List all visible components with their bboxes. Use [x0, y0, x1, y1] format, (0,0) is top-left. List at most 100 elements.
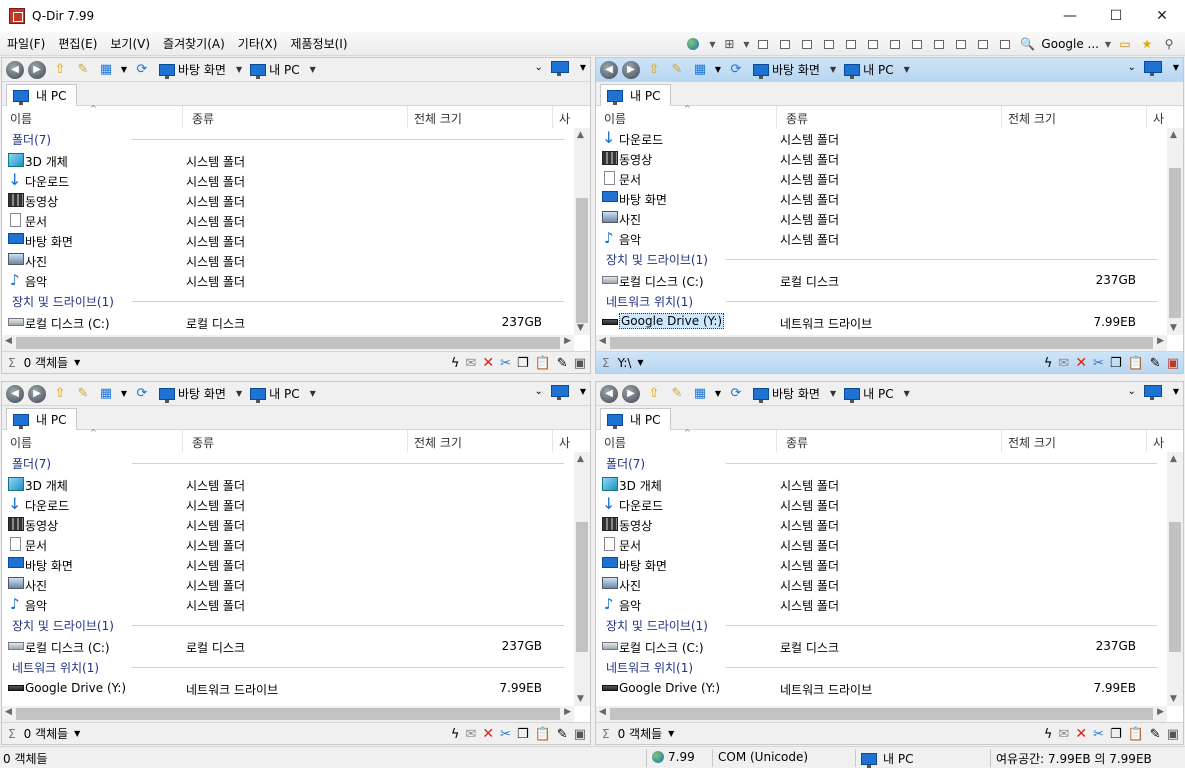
view-mode-icon[interactable]: ▦: [97, 61, 115, 79]
file-list[interactable]: 폴더(7) 3D 개체 시스템 폴더 ↓ 다운로드 시스템 폴더 동영상 시스템 폴더 문서 시스…: [2, 452, 574, 706]
explorer-pane-4[interactable]: ◀ ▶ ⇧ ✎ ▦ ▼ ⟳ 바탕 화면 ▼ 내 PC ▼ ⌄ ▼ 내 PC 이름 ^ 종류 전체 크기 사 폴더(7)…: [595, 381, 1184, 745]
tab-mypc[interactable]: 내 PC: [6, 408, 78, 430]
scroll-thumb[interactable]: [576, 522, 588, 652]
tab-mypc[interactable]: 내 PC: [600, 408, 672, 430]
list-item[interactable]: 문서 시스템 폴더: [2, 534, 574, 554]
chevron-double-down-icon[interactable]: ⌄: [1127, 386, 1135, 397]
cut-icon[interactable]: ✂: [500, 356, 511, 371]
list-item[interactable]: ↓ 다운로드 시스템 폴더: [2, 170, 574, 190]
chevron-down-icon[interactable]: ▼: [120, 385, 128, 403]
breadcrumb-desktop[interactable]: 바탕 화면 ▼: [159, 61, 242, 79]
column-type-header[interactable]: 종류: [192, 110, 214, 127]
computer-icon[interactable]: [1143, 61, 1162, 76]
explorer-pane-1[interactable]: ◀ ▶ ⇧ ✎ ▦ ▼ ⟳ 바탕 화면 ▼ 내 PC ▼ ⌄ ▼ 내 PC 이름 ^ 종류 전체 크기 사 폴더(7)…: [1, 57, 591, 374]
horizontal-scrollbar[interactable]: ◀ ▶: [596, 706, 1167, 722]
chevron-double-down-icon[interactable]: ⌄: [534, 386, 542, 397]
pane-status-text[interactable]: 0 객체들: [24, 354, 69, 371]
refresh-icon[interactable]: ⟳: [133, 385, 151, 403]
list-item[interactable]: 바탕 화면 시스템 폴더: [2, 230, 574, 250]
layout-12-icon[interactable]: [995, 34, 1015, 54]
list-item[interactable]: 문서 시스템 폴더: [596, 534, 1167, 554]
chevron-down-icon[interactable]: ▼: [904, 65, 910, 74]
scroll-left-icon[interactable]: ◀: [599, 707, 606, 717]
vertical-scrollbar[interactable]: ▲ ▼: [574, 452, 590, 706]
computer-icon[interactable]: [550, 385, 569, 400]
list-item[interactable]: 로컬 디스크 (C:) 로컬 디스크 237GB: [2, 636, 574, 656]
breadcrumb-mypc[interactable]: 내 PC ▼: [844, 61, 910, 79]
scroll-down-icon[interactable]: ▼: [1170, 694, 1177, 704]
list-item[interactable]: Google Drive (Y:) 네트워크 드라이브 7.99EB: [596, 678, 1167, 698]
email-icon[interactable]: ✉: [1058, 356, 1069, 371]
view-mode-icon[interactable]: ▦: [691, 385, 709, 403]
group-header[interactable]: 폴더(7): [2, 452, 574, 474]
horizontal-scrollbar[interactable]: ◀ ▶: [2, 706, 574, 722]
scroll-left-icon[interactable]: ◀: [5, 707, 12, 717]
list-item[interactable]: 동영상 시스템 폴더: [2, 514, 574, 534]
zoom-icon[interactable]: ⚲: [1159, 34, 1179, 54]
email-icon[interactable]: ✉: [1058, 727, 1069, 742]
paste-icon[interactable]: 📋: [535, 356, 551, 371]
folder-options-icon[interactable]: ✎: [668, 385, 686, 403]
list-item[interactable]: Google Drive (Y:) 네트워크 드라이브 7.99EB: [2, 678, 574, 698]
column-name-header[interactable]: 이름: [10, 110, 32, 127]
vertical-scrollbar[interactable]: ▲ ▼: [1167, 128, 1183, 335]
pane-status-text[interactable]: 0 객체들: [24, 725, 69, 742]
scroll-down-icon[interactable]: ▼: [577, 323, 584, 333]
vertical-scrollbar[interactable]: ▲ ▼: [574, 128, 590, 335]
properties-icon[interactable]: ▣: [574, 727, 586, 742]
list-item[interactable]: 동영상 시스템 폴더: [596, 514, 1167, 534]
column-type-header[interactable]: 종류: [192, 434, 214, 451]
up-folder-icon[interactable]: ⇧: [645, 385, 663, 403]
tab-mypc[interactable]: 내 PC: [6, 84, 78, 106]
delete-icon[interactable]: ✕: [482, 355, 494, 371]
drive-icon[interactable]: ▭: [1115, 34, 1135, 54]
list-item[interactable]: 사진 시스템 폴더: [2, 574, 574, 594]
list-item[interactable]: 바탕 화면 시스템 폴더: [596, 554, 1167, 574]
list-item[interactable]: ♪ 음악 시스템 폴더: [2, 594, 574, 614]
list-item[interactable]: 로컬 디스크 (C:) 로컬 디스크 237GB: [2, 312, 574, 332]
maximize-button[interactable]: ☐: [1093, 0, 1139, 32]
chevron-down-icon[interactable]: ▼: [1103, 34, 1113, 54]
horizontal-scrollbar[interactable]: ◀ ▶: [596, 335, 1167, 351]
column-size-header[interactable]: 전체 크기: [414, 434, 462, 451]
google-search-label[interactable]: Google ...: [1041, 37, 1099, 51]
chevron-down-icon[interactable]: ▼: [668, 729, 674, 738]
lightning-icon[interactable]: ϟ: [451, 727, 460, 742]
scroll-down-icon[interactable]: ▼: [1170, 323, 1177, 333]
chevron-down-icon[interactable]: ▼: [310, 65, 316, 74]
chevron-down-icon[interactable]: ▼: [637, 358, 643, 367]
list-item[interactable]: 동영상 시스템 폴더: [2, 190, 574, 210]
horizontal-scrollbar[interactable]: ◀ ▶: [2, 335, 574, 351]
group-header[interactable]: 폴더(7): [596, 452, 1167, 474]
scroll-down-icon[interactable]: ▼: [577, 694, 584, 704]
column-name-header[interactable]: 이름: [604, 434, 626, 451]
menu-file[interactable]: 파일(F): [1, 35, 51, 52]
scroll-up-icon[interactable]: ▲: [1170, 130, 1177, 140]
chevron-down-icon[interactable]: ▼: [830, 389, 836, 398]
column-name-header[interactable]: 이름: [604, 110, 626, 127]
list-item[interactable]: ♪ 음악 시스템 폴더: [596, 228, 1167, 248]
up-folder-icon[interactable]: ⇧: [51, 61, 69, 79]
minimize-button[interactable]: —: [1047, 0, 1093, 32]
list-item[interactable]: ↓ 다운로드 시스템 폴더: [596, 494, 1167, 514]
layout-3-icon[interactable]: [797, 34, 817, 54]
chevron-down-icon[interactable]: ▼: [1173, 63, 1179, 72]
rename-icon[interactable]: ✎: [1150, 356, 1161, 371]
column-extra-header[interactable]: 사: [559, 434, 570, 451]
list-item[interactable]: ♪ 음악 시스템 폴더: [596, 594, 1167, 614]
list-item[interactable]: 바탕 화면 시스템 폴더: [2, 554, 574, 574]
group-header[interactable]: 네트워크 위치(1): [596, 656, 1167, 678]
layout-2-icon[interactable]: [775, 34, 795, 54]
layout-grid-icon[interactable]: ⊞: [719, 34, 739, 54]
chevron-down-icon[interactable]: ▼: [580, 63, 586, 72]
delete-icon[interactable]: ✕: [1075, 355, 1087, 371]
search-tool-icon[interactable]: 🔍: [1017, 34, 1037, 54]
chevron-down-icon[interactable]: ▼: [580, 387, 586, 396]
scroll-up-icon[interactable]: ▲: [577, 130, 584, 140]
group-header[interactable]: 네트워크 위치(1): [2, 656, 574, 678]
breadcrumb-mypc[interactable]: 내 PC ▼: [250, 385, 316, 403]
menu-info[interactable]: 제품정보(I): [284, 35, 353, 52]
computer-icon[interactable]: [1143, 385, 1162, 400]
lightning-icon[interactable]: ϟ: [1044, 727, 1053, 742]
lightning-icon[interactable]: ϟ: [451, 356, 460, 371]
